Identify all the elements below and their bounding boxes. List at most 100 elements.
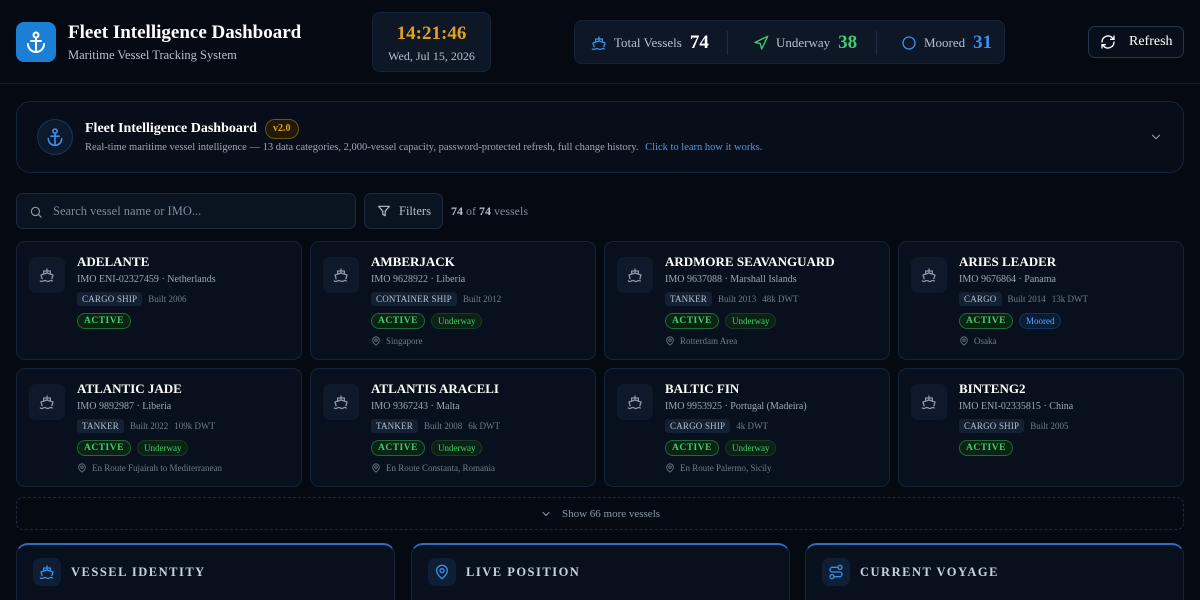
vessel-card[interactable]: ATLANTIC JADE IMO 9892987 · Liberia TANKER… — [16, 368, 302, 487]
map-pin-icon — [666, 336, 674, 346]
vessel-imo: IMO ENI-02335815 — [959, 401, 1041, 412]
ship-icon — [39, 395, 54, 410]
learn-more-link[interactable]: Click to learn how it works. — [645, 142, 762, 153]
refresh-icon — [1101, 35, 1115, 49]
chevron-down-icon — [542, 511, 550, 516]
count-unit: vessels — [494, 204, 528, 218]
map-pin-icon — [372, 336, 380, 346]
vessel-card[interactable]: ATLANTIS ARACELI IMO 9367243 · Malta TANKE… — [310, 368, 596, 487]
panel-title: CURRENT VOYAGE — [860, 565, 999, 579]
vessel-card[interactable]: ARIES LEADER IMO 9676864 · Panama CARGO Bui… — [898, 241, 1184, 360]
vessel-imo-flag: IMO 9892987 · Liberia — [77, 401, 171, 412]
vessel-built: Built 2006 — [148, 294, 187, 304]
vessel-card[interactable]: ADELANTE IMO ENI-02327459 · Netherlands CA… — [16, 241, 302, 360]
vessel-tags: TANKER Built 2013 48k DWT — [665, 292, 799, 306]
route-icon — [829, 564, 843, 580]
panel-vessel-identity[interactable]: VESSEL IDENTITY — [16, 543, 395, 600]
vessel-type-tag: CARGO SHIP — [665, 419, 731, 433]
vessel-location: En Route Fujairah to Mediterranean — [77, 463, 222, 473]
circle-icon — [902, 36, 916, 50]
app-subtitle: Maritime Vessel Tracking System — [68, 48, 237, 62]
info-banner[interactable]: Fleet Intelligence Dashboard v2.0 Real-t… — [16, 101, 1184, 173]
motion-badge: Underway — [724, 313, 777, 329]
stat-value: 31 — [973, 32, 993, 53]
vessel-imo-flag: IMO ENI-02335815 · China — [959, 401, 1073, 412]
vessel-card[interactable]: AMBERJACK IMO 9628922 · Liberia CONTAINER … — [310, 241, 596, 360]
status-badge: ACTIVE — [77, 313, 131, 329]
map-pin-icon — [666, 463, 674, 473]
show-more-button[interactable]: Show 66 more vessels — [16, 497, 1184, 530]
vessel-icon-box — [323, 257, 359, 293]
anchor-icon — [27, 31, 45, 53]
vessel-tags: CARGO Built 2014 13k DWT — [959, 292, 1088, 306]
stat-moored: Moored 31 — [901, 21, 992, 65]
vessel-card[interactable]: BINTENG2 IMO ENI-02335815 · China CARGO SH… — [898, 368, 1184, 487]
stat-label: Total Vessels — [614, 35, 682, 50]
vessel-tags: TANKER Built 2008 6k DWT — [371, 419, 500, 433]
motion-badge: Underway — [724, 440, 777, 456]
banner-description-text: Real-time maritime vessel intelligence —… — [85, 142, 639, 153]
vessel-location: Osaka — [959, 336, 997, 346]
search-input[interactable] — [53, 194, 349, 228]
map-pin-icon — [78, 463, 86, 473]
status-badge: ACTIVE — [371, 440, 425, 456]
status-badge: ACTIVE — [77, 440, 131, 456]
status-badge: ACTIVE — [959, 313, 1013, 329]
vessel-built: Built 2012 — [462, 294, 502, 304]
vessel-location-text: En Route Palermo, Sicily — [680, 463, 772, 473]
refresh-button[interactable]: Refresh — [1088, 26, 1184, 58]
vessel-name: BINTENG2 — [959, 381, 1026, 396]
vessel-card[interactable]: BALTIC FIN IMO 9953925 · Portugal (Madeir… — [604, 368, 890, 487]
ship-icon — [921, 268, 936, 283]
vessel-type-tag: CARGO — [959, 292, 1002, 306]
vessel-icon-box — [617, 384, 653, 420]
vessel-dwt: 109k DWT — [174, 421, 215, 431]
vessel-flag: · Portugal (Madeira) — [724, 401, 807, 412]
stat-underway: Underway 38 — [753, 21, 857, 65]
navigation-icon — [754, 35, 769, 50]
vessel-imo-flag: IMO ENI-02327459 · Netherlands — [77, 274, 216, 285]
vessel-imo: IMO 9892987 — [77, 401, 134, 412]
vessel-tags: CARGO SHIP Built 2006 — [77, 292, 187, 306]
filters-label: Filters — [399, 203, 431, 218]
ship-icon — [627, 268, 642, 283]
ship-icon — [333, 268, 348, 283]
vessel-icon-box — [911, 384, 947, 420]
vessel-name: BALTIC FIN — [665, 381, 740, 396]
banner-title: Fleet Intelligence Dashboard — [85, 121, 257, 136]
vessel-location: Rotterdam Area — [665, 336, 737, 346]
vessel-imo: IMO 9628922 — [371, 274, 428, 285]
vessel-location: En Route Constanta, Romania — [371, 463, 495, 473]
clock-time: 14:21:46 — [396, 23, 467, 44]
vessel-tags: CONTAINER SHIP Built 2012 — [371, 292, 501, 306]
count-total: 74 — [479, 204, 491, 218]
vessel-flag: · Malta — [430, 401, 460, 412]
filters-button[interactable]: Filters — [364, 193, 443, 229]
vessel-status-row: ACTIVE — [959, 440, 1013, 456]
vessel-location-text: Osaka — [974, 336, 997, 346]
panel-current-voyage[interactable]: CURRENT VOYAGE — [805, 543, 1184, 600]
stat-total-vessels: Total Vessels 74 — [591, 21, 709, 65]
vessel-status-row: ACTIVE Underway — [665, 313, 777, 329]
motion-badge: Underway — [430, 440, 483, 456]
chevron-down-icon[interactable] — [1149, 130, 1163, 144]
show-more-label: Show 66 more vessels — [561, 507, 661, 520]
vessel-imo-flag: IMO 9367243 · Malta — [371, 401, 460, 412]
panel-live-position[interactable]: LIVE POSITION — [411, 543, 790, 600]
vessel-dwt: 4k DWT — [736, 421, 769, 431]
vessel-card[interactable]: ARDMORE SEAVANGUARD IMO 9637088 · Marshal… — [604, 241, 890, 360]
ship-icon — [333, 395, 348, 410]
vessel-icon-box — [29, 257, 65, 293]
map-pin-icon — [960, 336, 968, 346]
search-box[interactable] — [16, 193, 356, 229]
ship-icon — [39, 565, 54, 580]
vessel-imo-flag: IMO 9676864 · Panama — [959, 274, 1056, 285]
panel-icon — [33, 558, 61, 586]
vessel-location-text: Rotterdam Area — [680, 336, 738, 346]
anchor-icon — [47, 128, 63, 147]
vessel-type-tag: TANKER — [665, 292, 712, 306]
vessel-name: ATLANTIC JADE — [77, 381, 182, 396]
app-logo — [16, 22, 56, 62]
vessel-location-text: Singapore — [386, 336, 423, 346]
clock-date: Wed, Jul 15, 2026 — [388, 49, 475, 63]
